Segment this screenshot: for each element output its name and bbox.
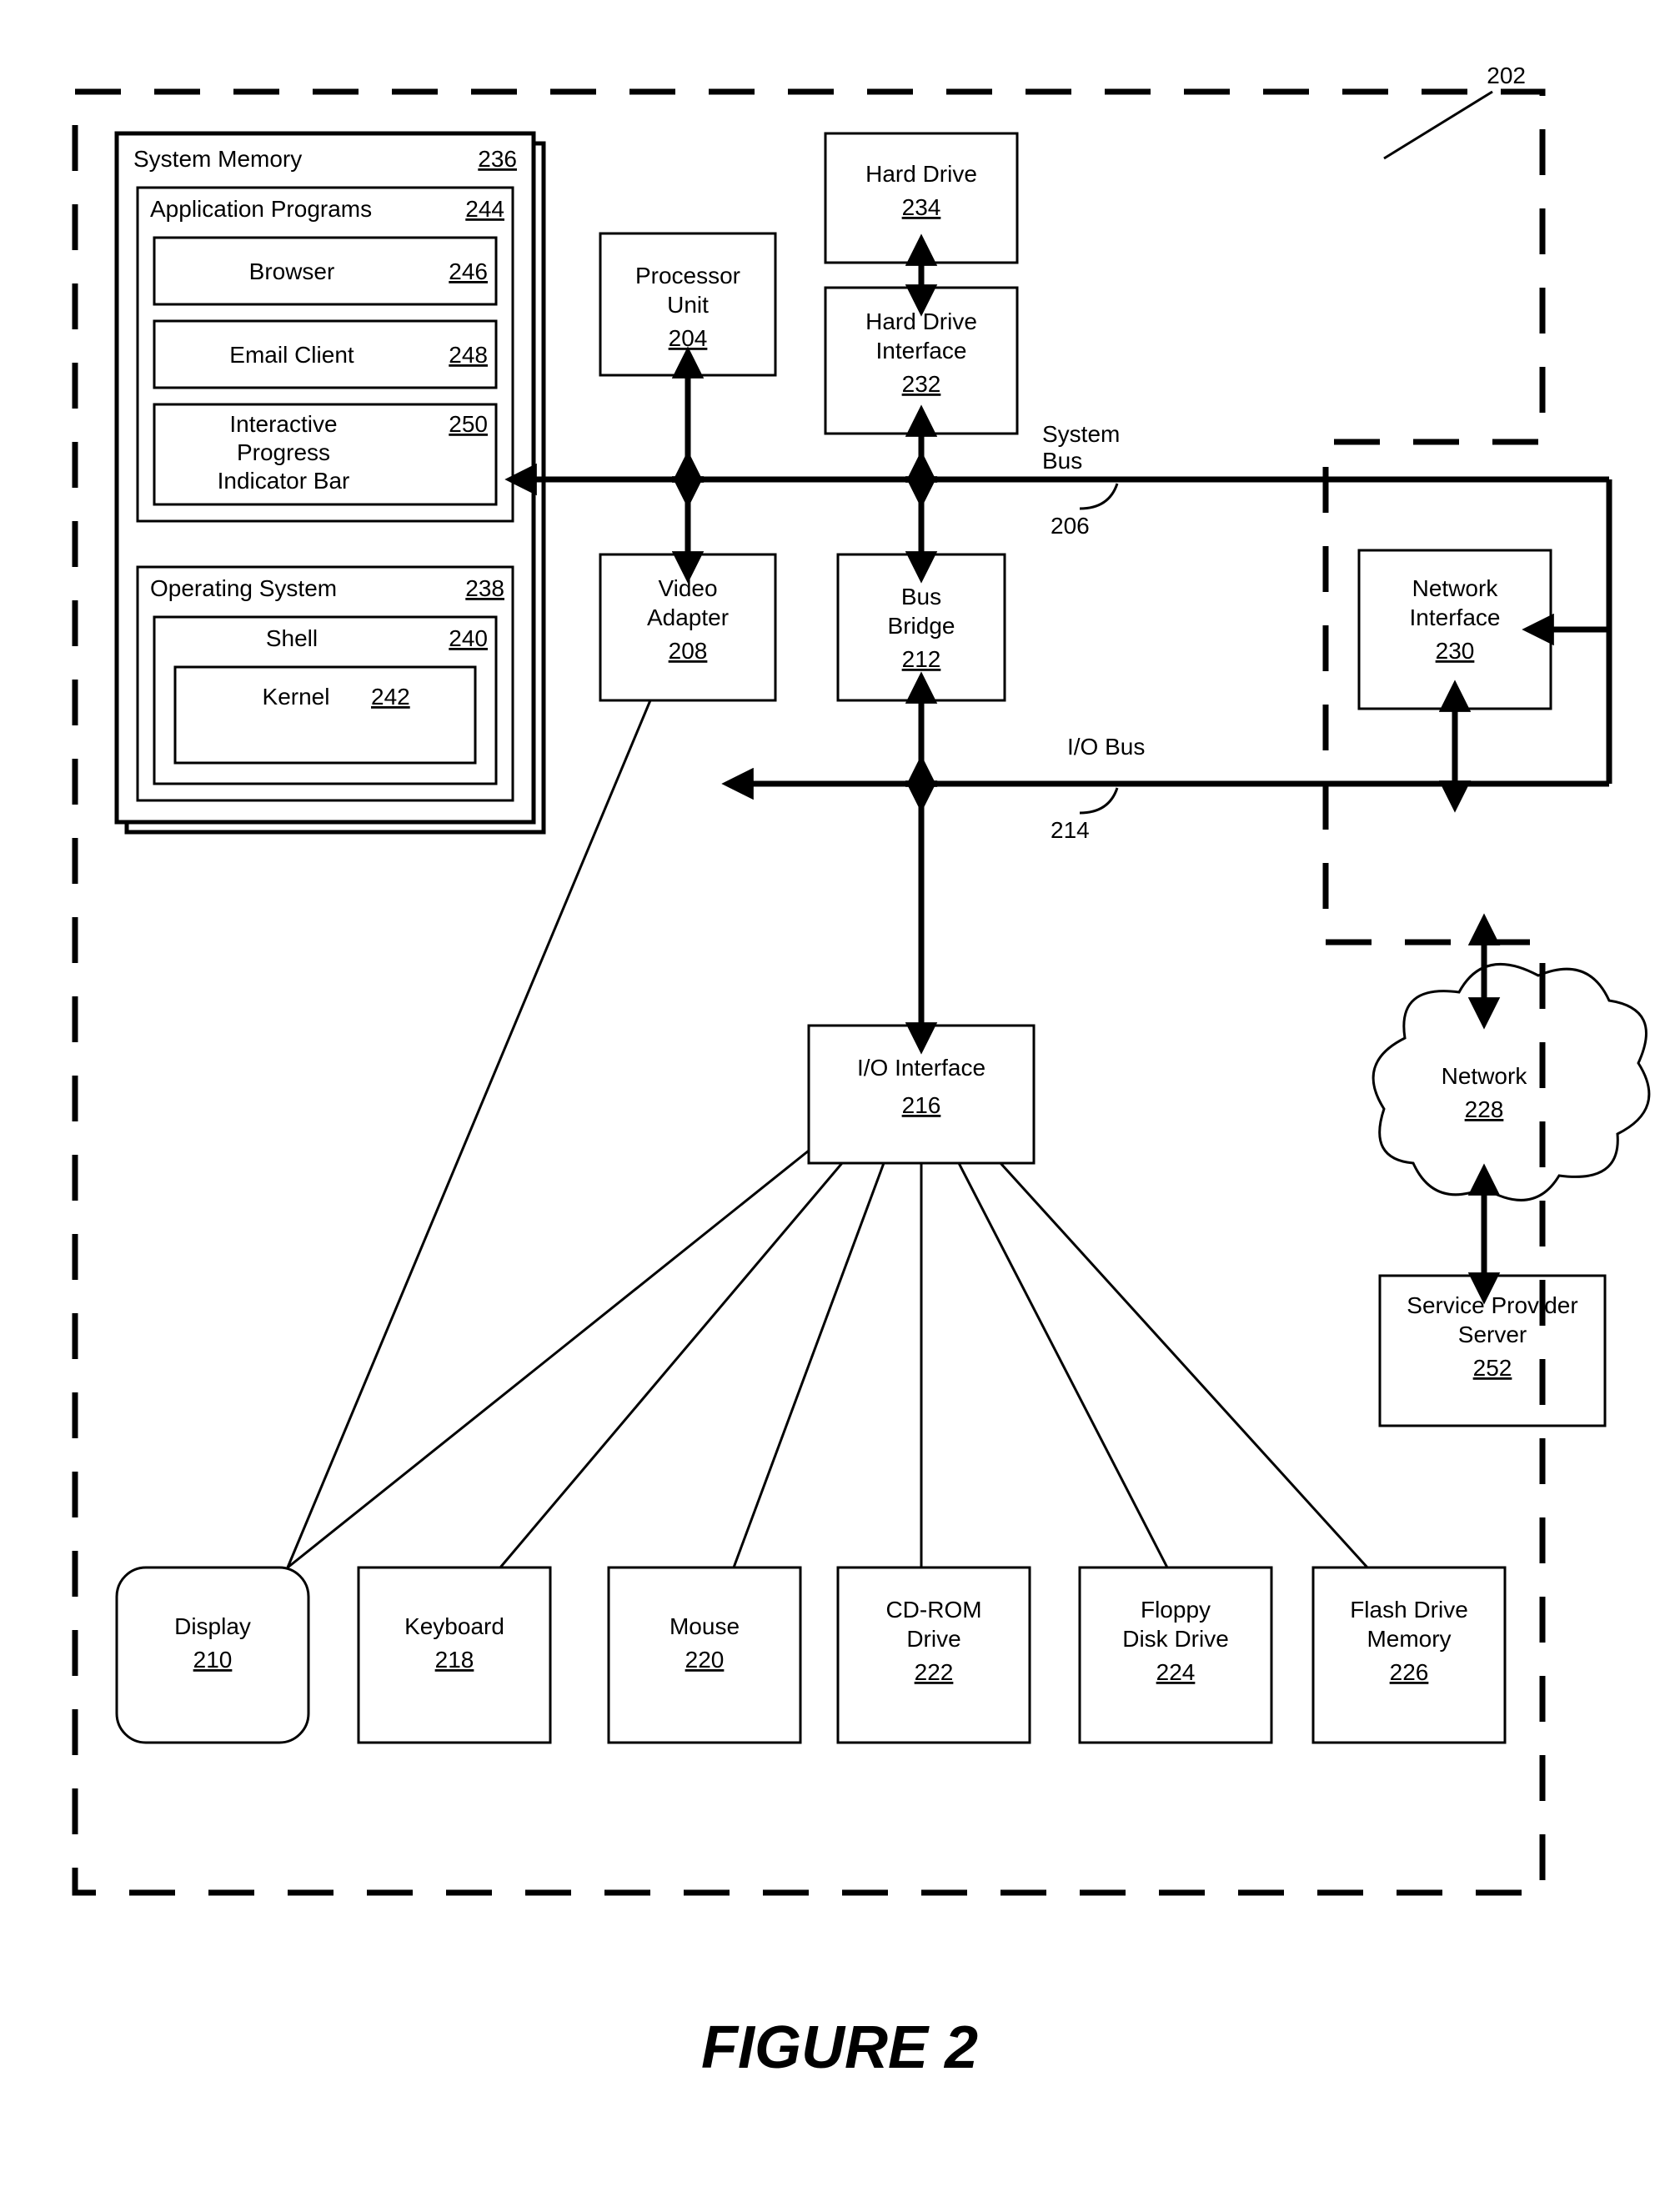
hdif-num: 232 — [902, 371, 941, 397]
sps-l2: Server — [1458, 1322, 1527, 1347]
client-ref: 202 — [1487, 63, 1526, 88]
video-num: 208 — [669, 638, 708, 664]
os-label: Operating System — [150, 575, 337, 601]
sysbus-label: System — [1042, 421, 1120, 447]
kernel-num: 242 — [371, 684, 410, 710]
processor-l1: Processor — [635, 263, 740, 288]
shell-label: Shell — [266, 625, 318, 651]
floppy-num: 224 — [1156, 1659, 1196, 1685]
cdrom-num: 222 — [915, 1659, 954, 1685]
video-l1: Video — [658, 575, 717, 601]
iobus-label: I/O Bus — [1067, 734, 1145, 760]
netif-l2: Interface — [1410, 604, 1501, 630]
flash-l2: Memory — [1367, 1626, 1451, 1652]
flash-num: 226 — [1390, 1659, 1429, 1685]
mouse-num: 220 — [685, 1647, 725, 1673]
email-label: Email Client — [229, 342, 354, 368]
busbridge-num: 212 — [902, 646, 941, 672]
hdif-l2: Interface — [876, 338, 967, 364]
os-num: 238 — [465, 575, 504, 601]
network-label: Network — [1442, 1063, 1528, 1089]
sps-num: 252 — [1473, 1355, 1512, 1381]
sysbus-label2: Bus — [1042, 448, 1082, 474]
figure-label: FIGURE 2 — [701, 2014, 978, 2081]
cdrom-l2: Drive — [906, 1626, 960, 1652]
ipi-num: 250 — [449, 411, 488, 437]
flash-l1: Flash Drive — [1350, 1597, 1468, 1623]
floppy-l2: Disk Drive — [1122, 1626, 1229, 1652]
diagram-root: 202 System Memory 236 Application Progra… — [0, 0, 1680, 2202]
network-num: 228 — [1465, 1096, 1504, 1122]
keyboard-num: 218 — [435, 1647, 474, 1673]
apps-label: Application Programs — [150, 196, 372, 222]
ioif-num: 216 — [902, 1092, 941, 1118]
sysbus-num: 206 — [1051, 513, 1090, 539]
hd-num: 234 — [902, 194, 941, 220]
kernel-label: Kernel — [263, 684, 330, 710]
sysmem-label: System Memory — [133, 146, 302, 172]
cdrom-l1: CD-ROM — [885, 1597, 981, 1623]
processor-num: 204 — [669, 325, 708, 351]
mouse-label: Mouse — [669, 1613, 740, 1639]
apps-num: 244 — [465, 196, 504, 222]
ipi-label3: Indicator Bar — [218, 468, 350, 494]
ipi-label2: Progress — [237, 439, 330, 465]
busbridge-l1: Bus — [901, 584, 941, 609]
hdif-l1: Hard Drive — [865, 308, 977, 334]
netif-num: 230 — [1436, 638, 1475, 664]
video-l2: Adapter — [647, 604, 729, 630]
sysmem-num: 236 — [478, 146, 517, 172]
browser-label: Browser — [249, 258, 335, 284]
ipi-label1: Interactive — [229, 411, 337, 437]
hd-label: Hard Drive — [865, 161, 977, 187]
netif-l1: Network — [1412, 575, 1499, 601]
processor-l2: Unit — [667, 292, 709, 318]
display-num: 210 — [193, 1647, 233, 1673]
ioif-label: I/O Interface — [857, 1055, 985, 1081]
keyboard-label: Keyboard — [404, 1613, 504, 1639]
sps-l1: Service Provider — [1407, 1292, 1577, 1318]
busbridge-l2: Bridge — [888, 613, 955, 639]
iobus-num: 214 — [1051, 817, 1090, 843]
shell-num: 240 — [449, 625, 488, 651]
browser-num: 246 — [449, 258, 488, 284]
floppy-l1: Floppy — [1141, 1597, 1211, 1623]
display-label: Display — [174, 1613, 251, 1639]
email-num: 248 — [449, 342, 488, 368]
